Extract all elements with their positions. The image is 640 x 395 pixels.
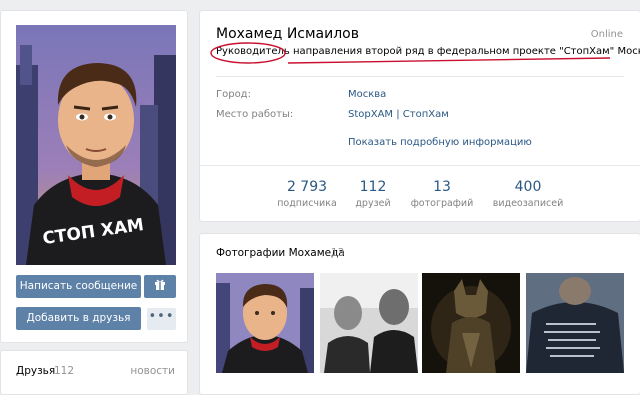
photos-title[interactable]: Фотографии Мохамеда [216,247,345,259]
photos-card: Фотографии Мохамеда 13 [199,233,640,395]
workplace-value[interactable]: StopXAM | СтопХам [348,109,449,120]
status-highlight: Руководитель [216,46,290,57]
online-status: Online [590,29,623,40]
add-friend-button[interactable]: Добавить в друзья [16,307,141,330]
friends-news-link[interactable]: новости [130,365,175,377]
profile-info-card: Мохамед Исмаилов Online Руководитель нап… [199,10,640,222]
counter-photos[interactable]: 13 фотографий [397,179,487,209]
counter-videos[interactable]: 400 видеозаписей [483,179,573,209]
gift-icon [154,279,166,292]
counter-value: 400 [514,179,542,195]
counter-caption: видеозаписей [492,198,564,209]
separator [200,165,640,166]
profile-name: Мохамед Исмаилов [216,26,359,42]
city-value[interactable]: Москва [348,89,386,100]
more-actions-button[interactable]: ••• [147,308,176,330]
avatar[interactable]: СТОП ХАМ [16,25,176,265]
photo-thumbnail[interactable] [526,273,624,373]
photos-count: 13 [331,247,345,259]
profile-status[interactable]: Руководитель направления второй ряд в фе… [216,46,640,57]
friends-card: Друзья 112 новости [0,350,188,395]
counter-caption: фотографий [410,198,474,209]
status-rest: направления второй ряд в федеральном про… [289,46,640,57]
send-message-button[interactable]: Написать сообщение [16,275,141,298]
avatar-card: СТОП ХАМ Написать сообщение Добавить в д… [0,10,188,343]
separator [216,76,624,77]
friends-count: 112 [54,365,75,377]
workplace-label: Место работы: [216,109,294,120]
gift-button[interactable] [144,275,176,298]
city-label: Город: [216,89,251,100]
photo-thumbnail[interactable] [422,273,520,373]
counter-value: 13 [433,179,451,195]
photo-thumbnail[interactable] [320,273,418,373]
show-more-info-link[interactable]: Показать подробную информацию [348,137,532,148]
friends-label[interactable]: Друзья [16,365,55,377]
photo-thumbnail[interactable] [216,273,314,373]
